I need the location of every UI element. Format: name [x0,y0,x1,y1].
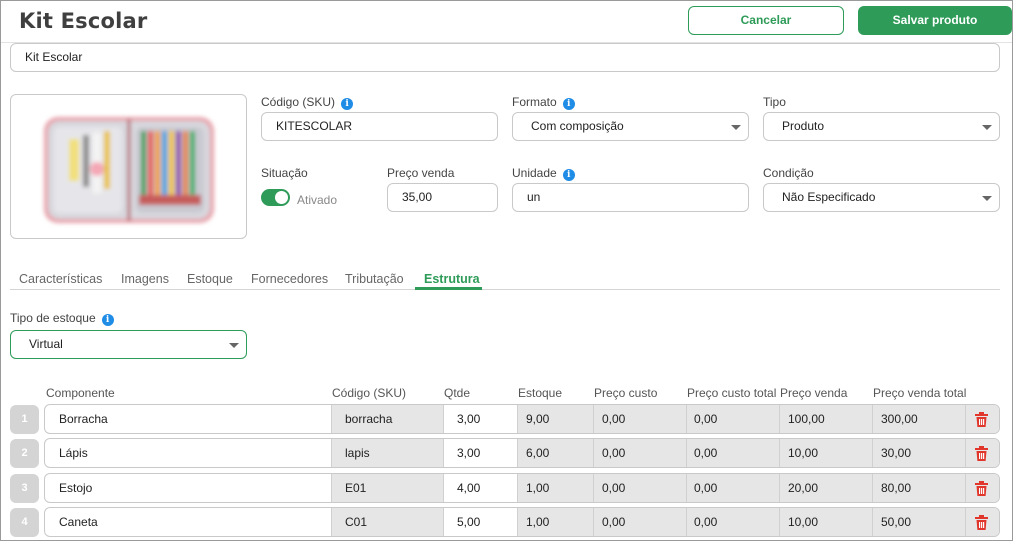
situacao-status-label: Ativado [297,193,338,207]
cancel-button[interactable]: Cancelar [688,6,844,35]
tipo-select[interactable]: Produto [763,112,1000,141]
info-icon[interactable]: i [101,314,114,326]
tipo-value: Produto [782,119,825,133]
sku-label: Código (SKU) i [261,95,354,110]
estoque-cell: 1,00 [517,508,593,536]
sku-cell: E01 [331,474,443,502]
estoque-cell: 6,00 [517,439,593,467]
sku-input[interactable]: KITESCOLAR [261,112,498,141]
tipo-estoque-select[interactable]: Virtual [10,330,247,359]
trash-icon[interactable] [975,412,988,427]
column-header-preco-custo: Preço custo [594,386,658,400]
preco-custo-cell: 0,00 [593,439,686,467]
sku-cell: lapis [331,439,443,467]
tipo-estoque-label: Tipo de estoque i [10,311,114,326]
preco-venda-cell: 20,00 [779,474,872,502]
unidade-label: Unidade i [512,166,575,181]
tab-estrutura[interactable]: Estrutura [424,272,480,286]
preco-venda-cell: 10,00 [779,439,872,467]
save-product-button[interactable]: Salvar produto [858,6,1012,35]
preco-venda-label: Preço venda [387,166,455,180]
tab-caracteristicas[interactable]: Características [19,272,102,286]
trash-icon[interactable] [975,515,988,530]
condicao-select[interactable]: Não Especificado [763,183,1000,212]
componente-cell[interactable]: Caneta [45,508,331,536]
qtde-cell[interactable]: 5,00 [443,508,517,536]
sku-cell: C01 [331,508,443,536]
column-header-preco-venda: Preço venda [780,386,848,400]
info-icon[interactable]: i [562,169,575,181]
preco-venda-cell: 10,00 [779,508,872,536]
preco-venda-total-cell: 300,00 [872,405,965,433]
product-name-input[interactable]: Kit Escolar [10,43,1000,72]
condicao-label: Condição [763,166,814,180]
tab-imagens[interactable]: Imagens [121,272,169,286]
preco-custo-cell: 0,00 [593,508,686,536]
tab-estoque[interactable]: Estoque [187,272,233,286]
table-row: Caneta C01 5,00 1,00 0,00 0,00 10,00 50,… [44,507,1000,537]
preco-venda-cell: 100,00 [779,405,872,433]
product-tabs: Características Imagens Estoque Forneced… [10,271,1000,290]
componente-cell[interactable]: Lápis [45,439,331,467]
preco-custo-total-cell: 0,00 [686,474,779,502]
preco-custo-total-cell: 0,00 [686,508,779,536]
chevron-down-icon [982,125,992,130]
preco-venda-total-cell: 30,00 [872,439,965,467]
trash-icon[interactable] [975,446,988,461]
preco-venda-total-cell: 80,00 [872,474,965,502]
active-tab-indicator [415,287,482,290]
formato-label: Formato i [512,95,575,110]
table-row: Estojo E01 4,00 1,00 0,00 0,00 20,00 80,… [44,473,1000,503]
tipo-estoque-value: Virtual [29,337,63,351]
condicao-value: Não Especificado [782,190,876,204]
row-number: 1 [10,405,39,434]
column-header-estoque: Estoque [518,386,563,400]
info-icon[interactable]: i [341,98,354,110]
formato-select[interactable]: Com composição [512,112,749,141]
table-row: Lápis lapis 3,00 6,00 0,00 0,00 10,00 30… [44,438,1000,468]
preco-venda-input[interactable]: 35,00 [387,183,498,212]
unidade-input[interactable]: un [512,183,749,212]
preco-custo-cell: 0,00 [593,405,686,433]
componente-cell[interactable]: Borracha [45,405,331,433]
situacao-label: Situação [261,166,308,180]
tab-tributacao[interactable]: Tributação [345,272,404,286]
qtde-cell[interactable]: 3,00 [443,405,517,433]
column-header-sku: Código (SKU) [332,386,407,400]
chevron-down-icon [982,196,992,201]
preco-venda-total-cell: 50,00 [872,508,965,536]
estoque-cell: 1,00 [517,474,593,502]
chevron-down-icon [229,343,239,348]
qtde-cell[interactable]: 3,00 [443,439,517,467]
page-title: Kit Escolar [19,9,148,33]
product-image[interactable] [10,94,247,239]
pencil-case-image [44,117,214,223]
table-row: Borracha borracha 3,00 9,00 0,00 0,00 10… [44,404,1000,434]
preco-custo-total-cell: 0,00 [686,405,779,433]
column-header-preco-custo-total: Preço custo total [687,386,777,400]
componente-cell[interactable]: Estojo [45,474,331,502]
row-number: 4 [10,508,39,537]
preco-custo-cell: 0,00 [593,474,686,502]
row-number: 3 [10,474,39,503]
estoque-cell: 9,00 [517,405,593,433]
row-number: 2 [10,439,39,468]
situacao-toggle[interactable] [261,189,290,206]
toggle-knob [275,191,288,204]
chevron-down-icon [731,125,741,130]
preco-custo-total-cell: 0,00 [686,439,779,467]
tab-fornecedores[interactable]: Fornecedores [251,272,328,286]
info-icon[interactable]: i [562,98,575,110]
column-header-qtde: Qtde [444,386,471,400]
column-header-componente: Componente [46,386,115,400]
qtde-cell[interactable]: 4,00 [443,474,517,502]
trash-icon[interactable] [975,481,988,496]
column-header-preco-venda-total: Preço venda total [873,386,967,400]
tipo-label: Tipo [763,95,786,109]
formato-value: Com composição [531,119,624,133]
sku-cell: borracha [331,405,443,433]
